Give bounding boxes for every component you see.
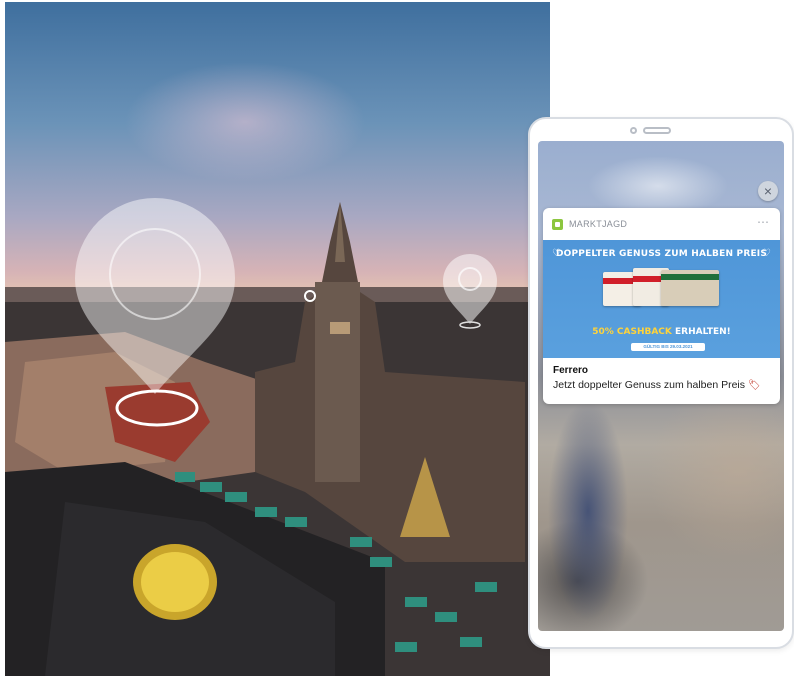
phone-camera bbox=[630, 127, 637, 134]
more-options-icon[interactable]: ⋯ bbox=[757, 215, 770, 229]
phone-mockup: × MARKTJAGD ⋯ ♡ DOPPELTER GENUSS ZUM HAL… bbox=[528, 117, 794, 649]
cashback-rest: ERHALTEN! bbox=[671, 327, 731, 337]
city-scene bbox=[5, 198, 550, 676]
notification-header: MARKTJAGD ⋯ bbox=[543, 208, 780, 240]
product-image bbox=[603, 268, 723, 310]
notification-title: Ferrero bbox=[553, 365, 589, 376]
app-icon bbox=[552, 219, 563, 230]
cashback-highlight: 50% CASHBACK bbox=[592, 327, 672, 337]
close-icon: × bbox=[763, 183, 773, 199]
push-notification[interactable]: MARKTJAGD ⋯ ♡ DOPPELTER GENUSS ZUM HALBE… bbox=[543, 208, 780, 404]
notification-message: Jetzt doppelter Genuss zum halben Preis … bbox=[553, 379, 761, 391]
close-button[interactable]: × bbox=[758, 181, 778, 201]
message-text: Jetzt doppelter Genuss zum halben Preis bbox=[553, 379, 746, 391]
tag-icon: 🏷 bbox=[747, 380, 761, 391]
banner-cashback: 50% CASHBACK ERHALTEN! bbox=[543, 327, 780, 337]
promo-banner[interactable]: ♡ DOPPELTER GENUSS ZUM HALBEN PREIS ♡ 50 bbox=[543, 240, 780, 358]
phone-screen: × MARKTJAGD ⋯ ♡ DOPPELTER GENUSS ZUM HAL… bbox=[538, 141, 784, 631]
product-box bbox=[661, 270, 719, 306]
banner-headline: DOPPELTER GENUSS ZUM HALBEN PREIS bbox=[555, 249, 768, 259]
city-photo bbox=[5, 2, 550, 676]
phone-speaker bbox=[643, 127, 671, 134]
app-name: MARKTJAGD bbox=[569, 219, 628, 229]
heart-icon: ♡ bbox=[762, 248, 771, 259]
validity-badge: GÜLTIG BIS 29.03.2021 bbox=[631, 343, 705, 351]
